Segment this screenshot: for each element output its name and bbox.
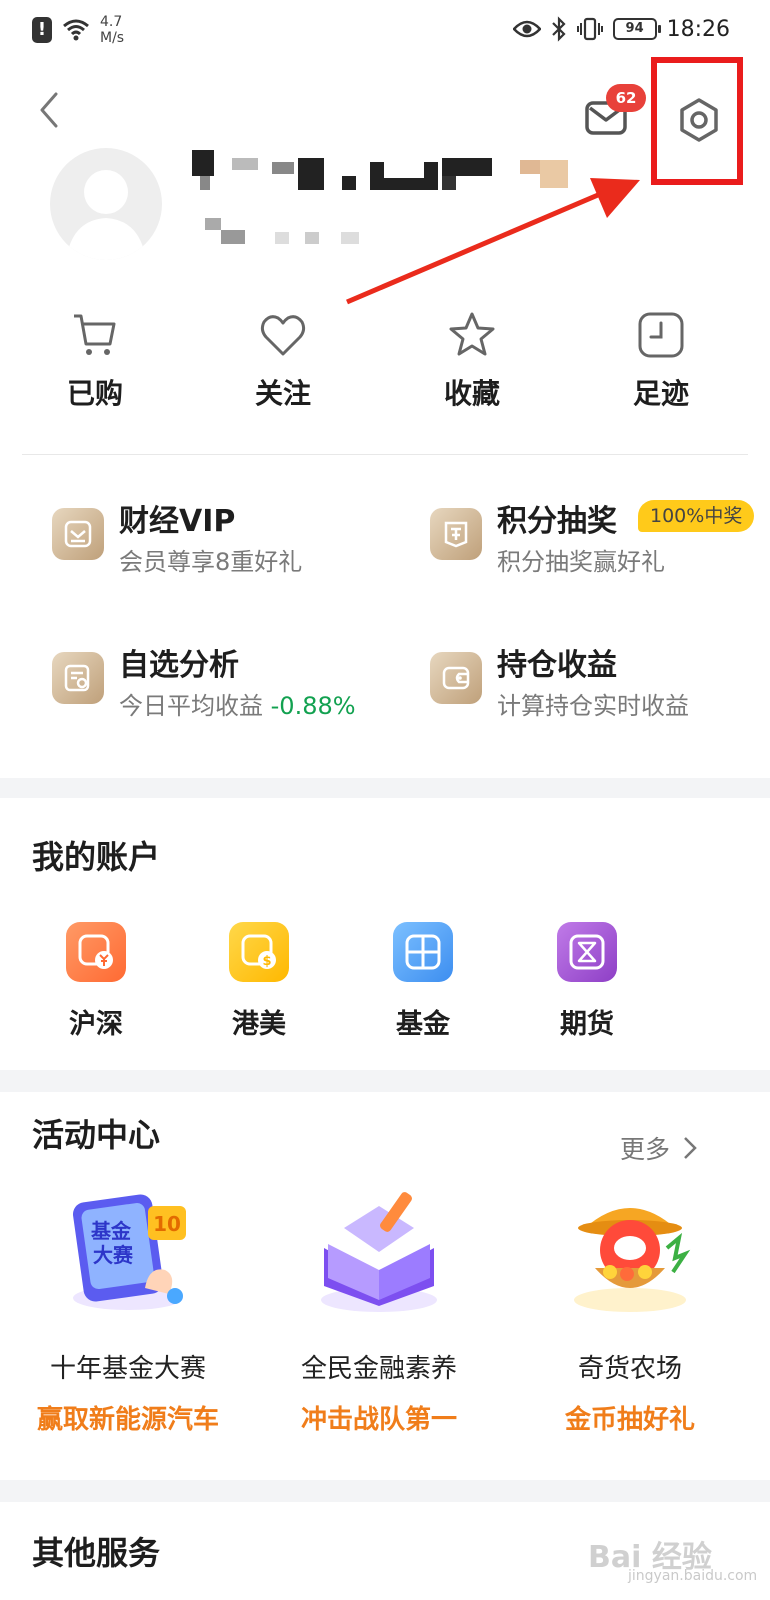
quick-nav-label: 关注 [254, 377, 311, 410]
feature-vip[interactable]: 财经VIP 会员尊享8重好礼 [52, 496, 392, 576]
feature-analysis[interactable]: 自选分析 今日平均收益 -0.88% [52, 640, 392, 720]
activity-title: 活动中心 [32, 1116, 161, 1154]
status-time: 18:26 [666, 16, 730, 42]
dollar-icon: $ [229, 922, 289, 982]
average-return-value: -0.88% [270, 692, 356, 720]
highlight-box [651, 57, 743, 185]
activity-fund-contest[interactable]: 基金 大赛 10 十年基金大赛 赢取新能源汽车 [3, 1188, 253, 1436]
feature-subtitle: 会员尊享8重好礼 [119, 548, 303, 576]
analysis-icon [52, 652, 104, 704]
account-label: 期货 [560, 1009, 614, 1040]
back-icon[interactable] [34, 88, 64, 132]
yuan-icon [66, 922, 126, 982]
account-fund[interactable]: 基金 [373, 922, 473, 1041]
alert-icon: ! [32, 17, 52, 43]
svg-text:$: $ [262, 954, 271, 969]
feature-subtitle: 今日平均收益 -0.88% [119, 692, 356, 720]
network-speed: 4.7 M/s [100, 14, 125, 46]
book-illustration-icon [321, 1192, 437, 1312]
account-hk-us[interactable]: $ 港美 [209, 922, 309, 1041]
more-link[interactable]: 更多 [620, 1130, 698, 1166]
wifi-icon [63, 19, 89, 41]
avatar[interactable] [50, 148, 162, 260]
quick-nav-label: 足迹 [632, 377, 689, 410]
svg-text:基金: 基金 [91, 1219, 132, 1243]
quick-nav-follow[interactable]: 关注 [208, 310, 358, 412]
account-label: 基金 [396, 1009, 450, 1040]
fund-contest-illustration: 基金 大赛 10 [72, 1194, 186, 1310]
feature-holdings[interactable]: 持仓收益 计算持仓实时收益 [430, 640, 770, 720]
quick-nav-favorites[interactable]: 收藏 [397, 310, 547, 412]
vibrate-icon [576, 17, 603, 41]
clock-icon [638, 312, 684, 358]
feature-title: 积分抽奖 [497, 504, 617, 539]
svg-text:10: 10 [153, 1212, 181, 1236]
activity-promo: 赢取新能源汽车 [36, 1405, 219, 1435]
activity-promo: 冲击战队第一 [300, 1405, 457, 1435]
account-label: 沪深 [69, 1009, 123, 1040]
activity-name: 全民金融素养 [300, 1354, 457, 1384]
farm-illustration-icon [574, 1208, 691, 1312]
wallet-icon [430, 652, 482, 704]
activity-promo: 金币抽好礼 [564, 1405, 695, 1435]
feature-title: 持仓收益 [497, 648, 617, 683]
more-label: 更多 [620, 1135, 671, 1164]
other-services-title: 其他服务 [32, 1534, 161, 1572]
fund-grid-icon [393, 922, 453, 982]
quick-nav-purchased[interactable]: 已购 [20, 310, 170, 412]
accounts-title: 我的账户 [32, 838, 161, 876]
user-silhouette-icon [66, 170, 146, 260]
watermark-url: jingyan.baidu.com [628, 1568, 758, 1584]
quick-nav-history[interactable]: 足迹 [586, 310, 736, 412]
bluetooth-icon [551, 16, 566, 42]
divider [22, 454, 748, 455]
cart-icon [74, 314, 116, 355]
feature-subtitle: 积分抽奖赢好礼 [497, 548, 665, 576]
vip-icon [52, 508, 104, 560]
quick-nav-label: 已购 [66, 377, 123, 410]
feature-title: 自选分析 [119, 648, 239, 683]
win-badge: 100%中奖 [638, 500, 755, 532]
lottery-icon [430, 508, 482, 560]
activity-financial-literacy[interactable]: 全民金融素养 冲击战队第一 [254, 1188, 504, 1436]
feature-subtitle: 计算持仓实时收益 [497, 692, 689, 720]
chevron-right-icon [684, 1137, 697, 1159]
battery-indicator: 94 [612, 18, 661, 40]
user-id-redacted [205, 218, 359, 244]
eye-icon [512, 20, 541, 38]
activity-name: 十年基金大赛 [49, 1354, 206, 1384]
account-label: 港美 [232, 1009, 286, 1040]
feature-title: 财经VIP [119, 504, 236, 539]
status-bar: ! 4.7 M/s 94 18:26 [0, 0, 770, 62]
quick-nav-label: 收藏 [443, 377, 500, 410]
hourglass-icon [557, 922, 617, 982]
star-icon [449, 312, 495, 356]
heart-icon [260, 315, 306, 356]
username-redacted [192, 150, 568, 190]
mail-badge: 62 [606, 84, 646, 112]
activity-name: 奇货农场 [577, 1354, 682, 1384]
activity-farm[interactable]: 奇货农场 金币抽好礼 [505, 1188, 755, 1436]
account-shsz[interactable]: 沪深 [46, 922, 146, 1041]
account-futures[interactable]: 期货 [537, 922, 637, 1041]
svg-text:大赛: 大赛 [93, 1243, 134, 1267]
